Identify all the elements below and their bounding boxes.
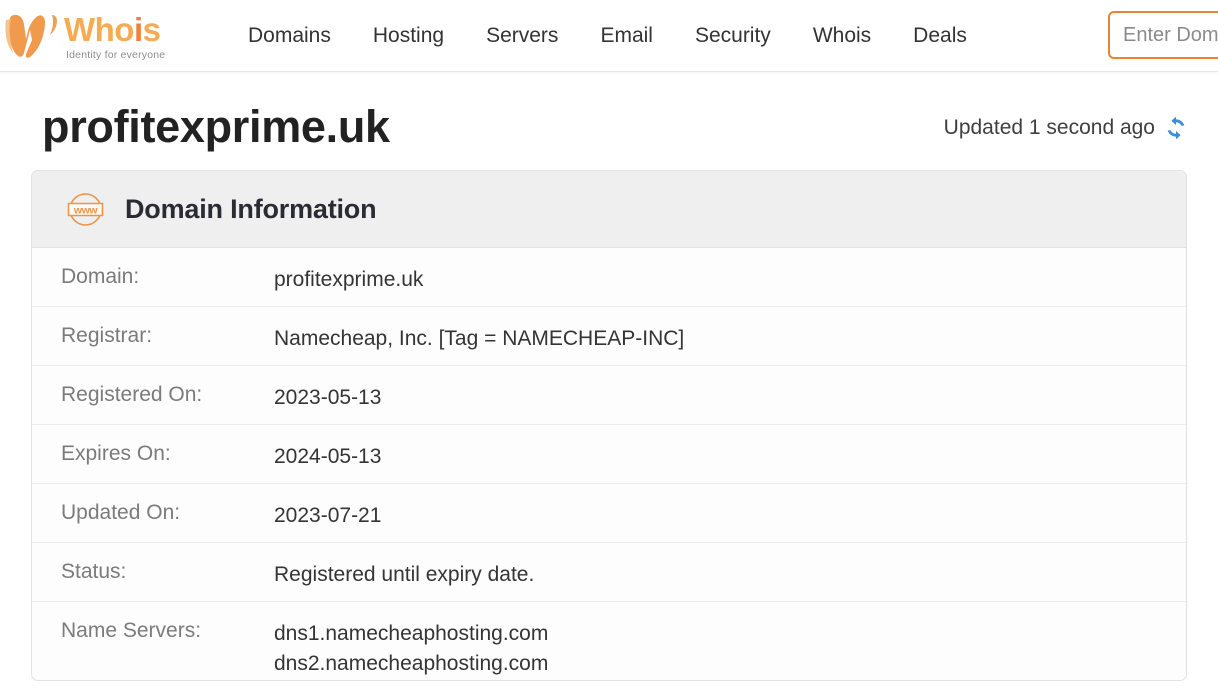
row-value: 2023-05-13 bbox=[274, 386, 382, 409]
panel-title: Domain Information bbox=[125, 193, 377, 224]
whois-swoosh-logo-icon bbox=[4, 10, 62, 62]
brand-word-part2: i bbox=[133, 10, 143, 48]
nav-item-email[interactable]: Email bbox=[579, 24, 674, 48]
list-item: dns2.namecheaphosting.com bbox=[274, 652, 549, 676]
table-row: Registrar: Namecheap, Inc. [Tag = NAMECH… bbox=[32, 307, 1186, 366]
brand-text-block: Whois Identity for everyone bbox=[64, 13, 165, 61]
row-label: Updated On: bbox=[61, 501, 181, 524]
row-value: profitexprime.uk bbox=[274, 268, 424, 291]
table-row: Registered On: 2023-05-13 bbox=[32, 366, 1186, 425]
table-row: Status: Registered until expiry date. bbox=[32, 543, 1186, 602]
brand-word-part1: Who bbox=[64, 10, 134, 48]
nav-item-deals[interactable]: Deals bbox=[892, 24, 988, 48]
domain-search-input[interactable] bbox=[1108, 11, 1218, 59]
row-label: Registrar: bbox=[61, 324, 153, 347]
row-value: 2023-07-21 bbox=[274, 504, 382, 527]
refresh-icon[interactable] bbox=[1164, 116, 1188, 140]
nav-item-whois[interactable]: Whois bbox=[792, 24, 892, 48]
top-navigation-bar: Whois Identity for everyone Domains Host… bbox=[0, 0, 1218, 72]
nav-item-hosting[interactable]: Hosting bbox=[352, 24, 465, 48]
list-item: dns1.namecheaphosting.com bbox=[274, 622, 549, 645]
table-row: Updated On: 2023-07-21 bbox=[32, 484, 1186, 543]
main-menu: Domains Hosting Servers Email Security W… bbox=[227, 24, 988, 48]
page-header: profitexprime.uk Updated 1 second ago bbox=[0, 72, 1218, 170]
panel-body: Domain: profitexprime.uk Registrar: Name… bbox=[32, 248, 1186, 680]
updated-status: Updated 1 second ago bbox=[944, 116, 1188, 140]
updated-timestamp: Updated 1 second ago bbox=[943, 116, 1155, 139]
row-label: Registered On: bbox=[61, 383, 203, 406]
name-server-list: dns1.namecheaphosting.com dns2.namecheap… bbox=[274, 619, 548, 680]
table-row: Expires On: 2024-05-13 bbox=[32, 425, 1186, 484]
row-label: Status: bbox=[61, 560, 127, 583]
brand-logo-link[interactable]: Whois Identity for everyone bbox=[4, 6, 204, 66]
row-label: Name Servers: bbox=[61, 619, 202, 642]
table-row: Domain: profitexprime.uk bbox=[32, 248, 1186, 307]
brand-wordmark: Whois bbox=[64, 13, 165, 46]
nav-item-servers[interactable]: Servers bbox=[465, 24, 579, 48]
page-title: profitexprime.uk bbox=[42, 100, 390, 152]
row-value: Registered until expiry date. bbox=[274, 563, 535, 586]
svg-text:www: www bbox=[73, 204, 99, 216]
row-value: dns1.namecheaphosting.com dns2.namecheap… bbox=[274, 602, 548, 680]
row-value: Namecheap, Inc. [Tag = NAMECHEAP-INC] bbox=[274, 327, 685, 350]
domain-information-panel: www Domain Information Domain: profitexp… bbox=[31, 170, 1187, 681]
www-badge-icon: www bbox=[63, 187, 108, 232]
nav-item-security[interactable]: Security bbox=[674, 24, 792, 48]
panel-header: www Domain Information bbox=[32, 171, 1186, 248]
brand-word-part3: s bbox=[142, 10, 161, 48]
brand-tagline: Identity for everyone bbox=[66, 48, 166, 61]
row-value: 2024-05-13 bbox=[274, 445, 382, 468]
table-row-name-servers: Name Servers: dns1.namecheaphosting.com … bbox=[32, 602, 1186, 680]
row-label: Domain: bbox=[61, 265, 140, 288]
nav-item-domains[interactable]: Domains bbox=[227, 24, 352, 48]
domain-search-box[interactable] bbox=[1108, 11, 1218, 59]
row-label: Expires On: bbox=[61, 442, 171, 465]
